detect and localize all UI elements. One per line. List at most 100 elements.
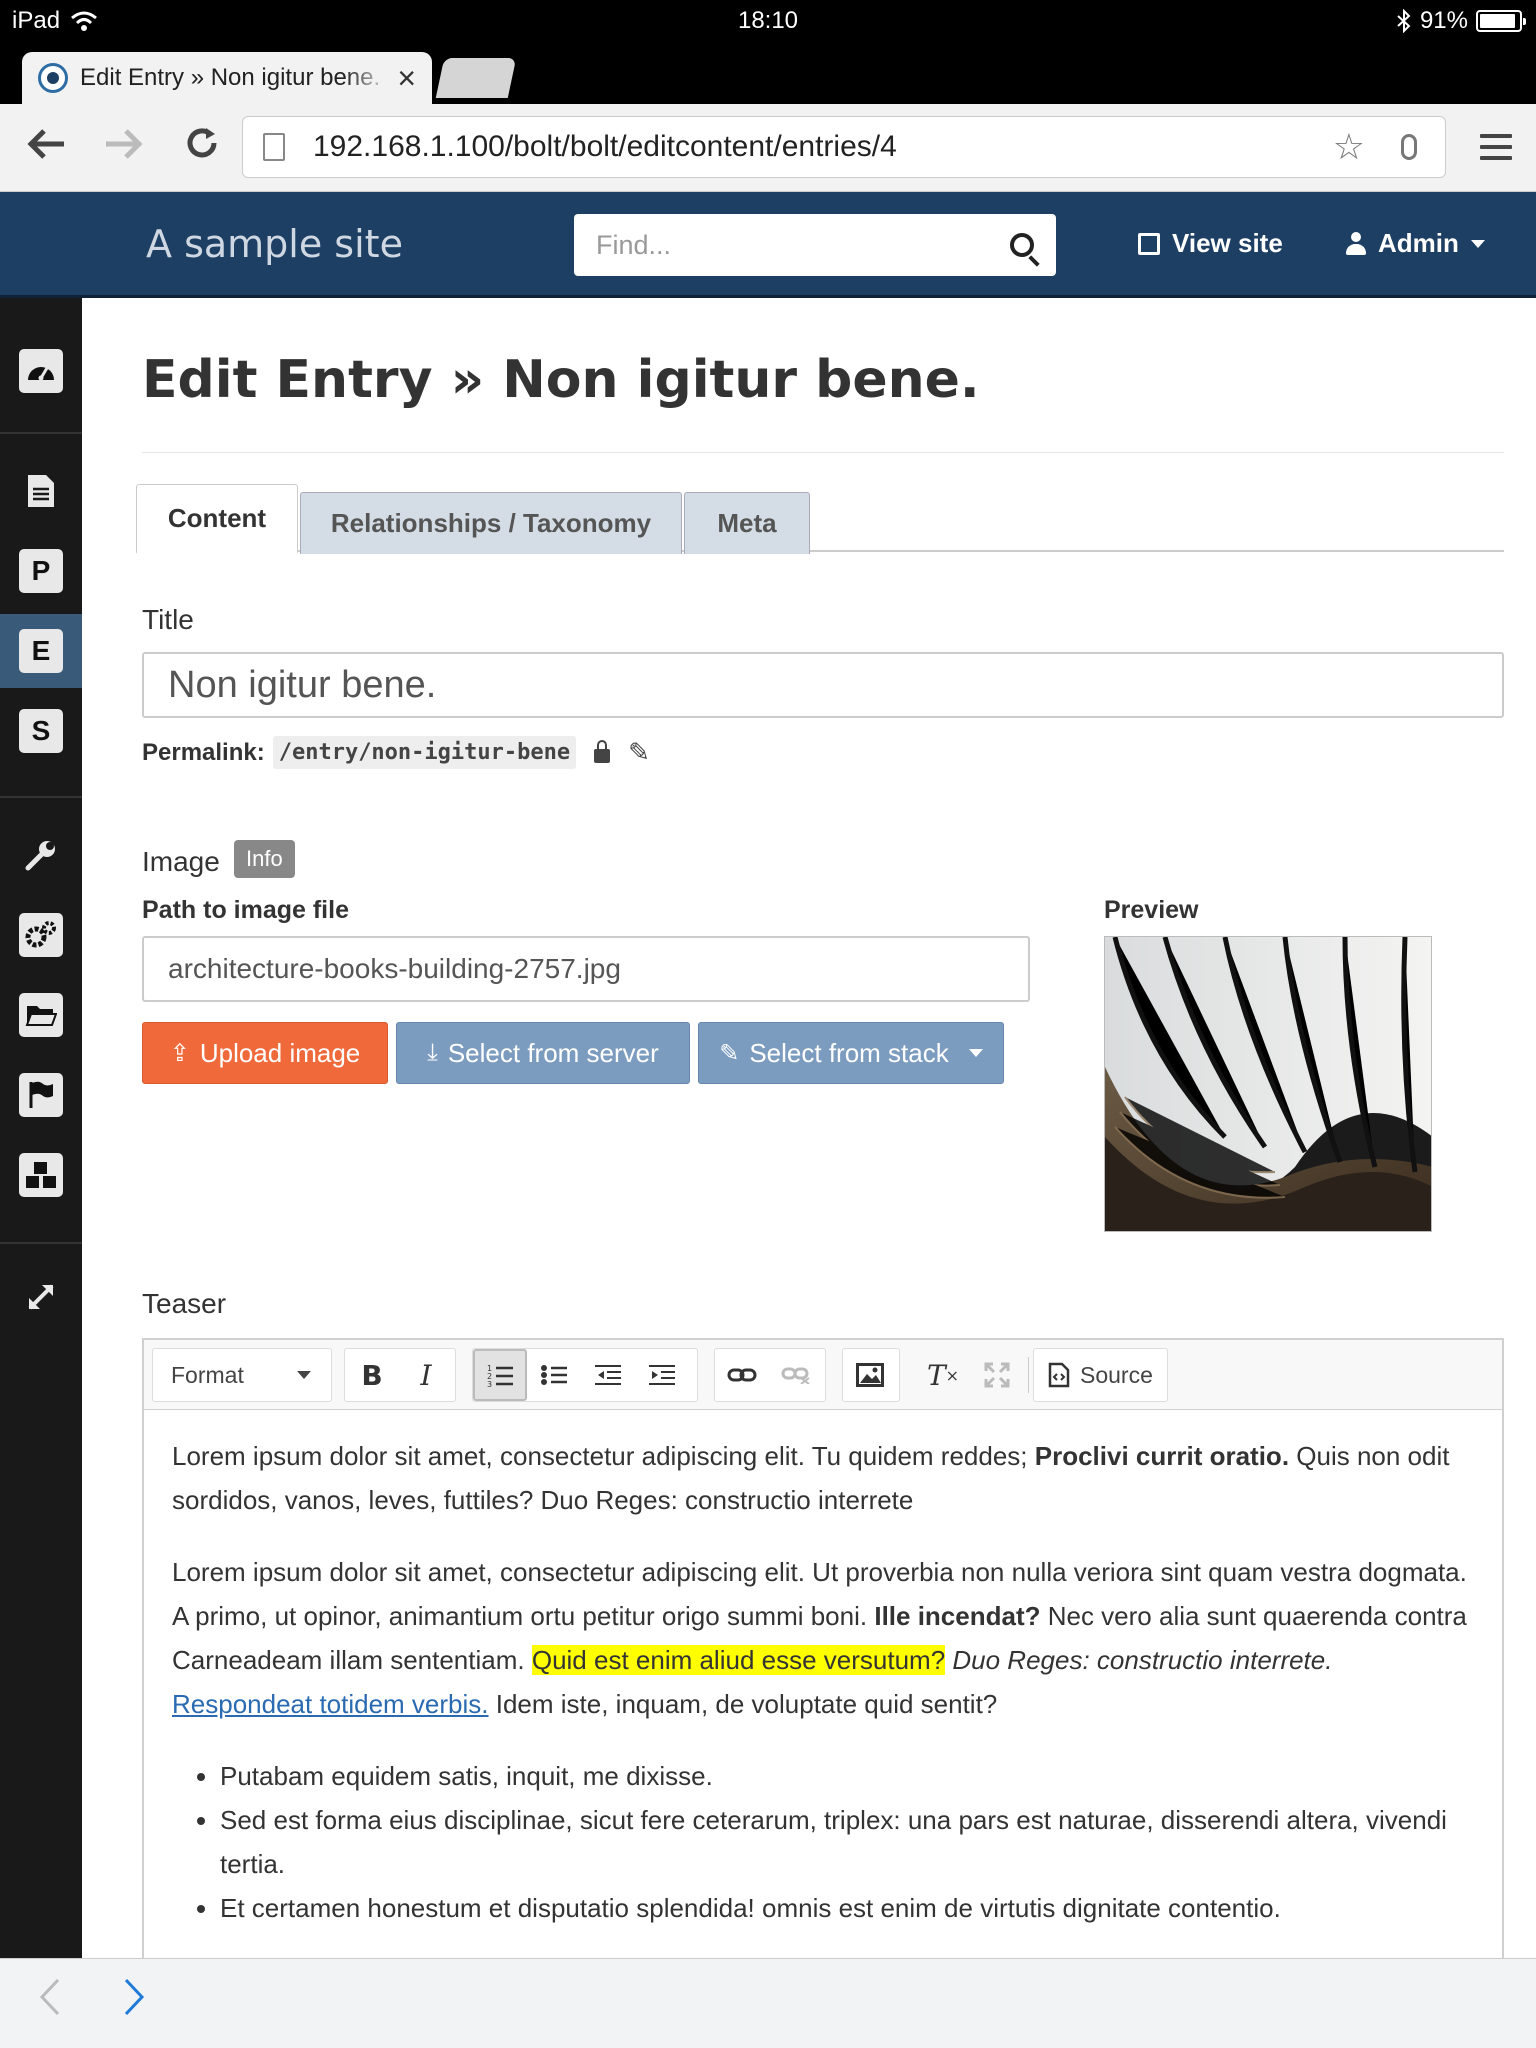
ios-bottom-bar [0,1958,1536,2048]
source-icon [1048,1362,1070,1388]
list-item: Sed est forma eius disciplinae, sicut fe… [220,1798,1472,1886]
battery-icon [1476,10,1526,32]
close-tab-icon[interactable]: × [397,62,416,94]
site-name[interactable]: A sample site [146,222,403,266]
italic-button[interactable]: I [399,1349,453,1401]
source-button[interactable]: Source [1033,1348,1168,1402]
title-input[interactable]: Non igitur bene. [142,652,1504,718]
tools-group: T × Source [916,1348,1318,1402]
image-path-input[interactable]: architecture-books-building-2757.jpg [142,936,1030,1002]
view-site-label: View site [1172,228,1283,258]
sidebar-item-settings[interactable] [0,898,82,972]
sidebar-item-entries[interactable]: E [0,614,82,688]
user-name: Admin [1378,228,1459,258]
indent-icon[interactable] [635,1349,689,1401]
style-group: B I [344,1348,456,1402]
view-site-link[interactable]: View site [1138,228,1283,259]
preview-label: Preview [1104,896,1199,924]
ios-status-bar: iPad 18:10 91% [0,0,1536,40]
sidebar-item-files[interactable] [0,978,82,1052]
bulleted-list-icon[interactable] [527,1349,581,1401]
upload-image-label: Upload image [199,1037,361,1068]
title-label: Title [142,604,194,635]
sidebar-item-showcases[interactable]: S [0,694,82,768]
permalink-label: Permalink: [142,738,265,766]
select-from-stack-label: Select from stack [749,1037,949,1068]
url-text: 192.168.1.100/bolt/bolt/editcontent/entr… [313,130,897,163]
teaser-list: Putabam equidem satis, inquit, me dixiss… [220,1754,1472,1930]
tab-content[interactable]: Content [136,484,298,554]
outdent-icon[interactable] [581,1349,635,1401]
sidebar: P E S [0,298,82,1958]
browser-tab[interactable]: Edit Entry » Non igitur bene. × [22,52,432,104]
library-photo [1105,937,1431,1231]
sidebar-item-pages[interactable]: P [0,534,82,608]
page-title-name: Non igitur bene. [502,350,980,410]
page-forward-icon[interactable] [122,1977,146,2026]
bluetooth-icon [1397,9,1411,33]
dashboard-icon [19,349,63,393]
sidebar-item-translations[interactable] [0,1058,82,1132]
user-menu[interactable]: Admin [1346,228,1485,259]
maximize-icon[interactable] [970,1349,1024,1401]
wrench-icon [25,841,55,871]
entries-letter-icon: E [19,629,63,673]
select-from-server-label: Select from server [447,1037,659,1068]
page-title: Edit Entry » Non igitur bene. [142,350,980,410]
content-link[interactable]: Respondeat totidem verbis. [172,1689,489,1719]
page-title-prefix: Edit Entry [142,350,433,410]
browser-toolbar: 192.168.1.100/bolt/bolt/editcontent/entr… [0,104,1536,192]
back-icon[interactable] [20,122,72,174]
editor-content[interactable]: Lorem ipsum dolor sit amet, consectetur … [172,1434,1472,1930]
link-icon[interactable] [715,1349,769,1401]
remove-format-icon[interactable]: T × [916,1349,970,1401]
teaser-paragraph-1: Lorem ipsum dolor sit amet, consectetur … [172,1441,1450,1515]
tab-meta[interactable]: Meta [684,492,810,554]
image-icon[interactable] [843,1349,897,1401]
sidebar-item-configuration[interactable] [0,818,82,892]
pencil-icon[interactable]: ✎ [628,737,650,768]
bookmark-star-icon[interactable]: ☆ [1333,126,1365,168]
editor-tabs: Content Relationships / Taxonomy Meta [136,484,1504,554]
search-icon[interactable] [1010,233,1034,257]
page-icon [263,133,285,161]
document-icon [28,475,54,507]
sidebar-item-extensions[interactable] [0,1138,82,1212]
browser-menu-icon[interactable] [1480,134,1512,167]
browser-tab-strip: Edit Entry » Non igitur bene. × [0,40,1536,104]
microphone-icon[interactable] [1401,134,1417,160]
select-from-stack-button[interactable]: ✎ Select from stack [698,1022,1004,1084]
showcases-letter-icon: S [19,709,63,753]
title-input-value: Non igitur bene. [168,663,437,706]
svg-text:3: 3 [487,1380,492,1387]
forward-icon[interactable] [98,122,150,174]
list-item: Putabam equidem satis, inquit, me dixiss… [220,1754,1472,1798]
info-badge[interactable]: Info [234,840,295,878]
select-from-server-button[interactable]: ⤓ Select from server [396,1022,690,1084]
new-tab-button[interactable] [435,58,517,98]
top-navbar: A sample site Find... View site Admin [0,192,1536,298]
sidebar-item-dashboard[interactable] [0,334,82,408]
path-label: Path to image file [142,896,349,924]
unlink-icon[interactable] [769,1349,823,1401]
expand-icon [28,1284,54,1310]
format-dropdown[interactable]: Format [152,1348,332,1402]
search-input[interactable]: Find... [574,214,1056,276]
bold-button[interactable]: B [345,1349,399,1401]
address-bar[interactable]: 192.168.1.100/bolt/bolt/editcontent/entr… [242,116,1446,178]
page-back-icon[interactable] [38,1977,62,2026]
tab-relationships[interactable]: Relationships / Taxonomy [300,492,682,554]
link-group [714,1348,826,1402]
cogs-icon [19,913,63,957]
source-label: Source [1080,1361,1153,1388]
permalink-value[interactable]: /entry/non-igitur-bene [272,736,577,769]
sidebar-item-overview[interactable] [0,454,82,528]
list-item: Et certamen honestum et disputatio splen… [220,1886,1472,1930]
numbered-list-icon[interactable]: 123 [473,1349,527,1401]
lock-icon[interactable] [594,739,611,763]
download-icon: ⤓ [427,1039,438,1066]
sidebar-expand-button[interactable] [0,1260,82,1334]
reload-icon[interactable] [176,122,228,174]
upload-image-button[interactable]: ⇪ Upload image [142,1022,388,1084]
image-preview[interactable] [1104,936,1432,1232]
